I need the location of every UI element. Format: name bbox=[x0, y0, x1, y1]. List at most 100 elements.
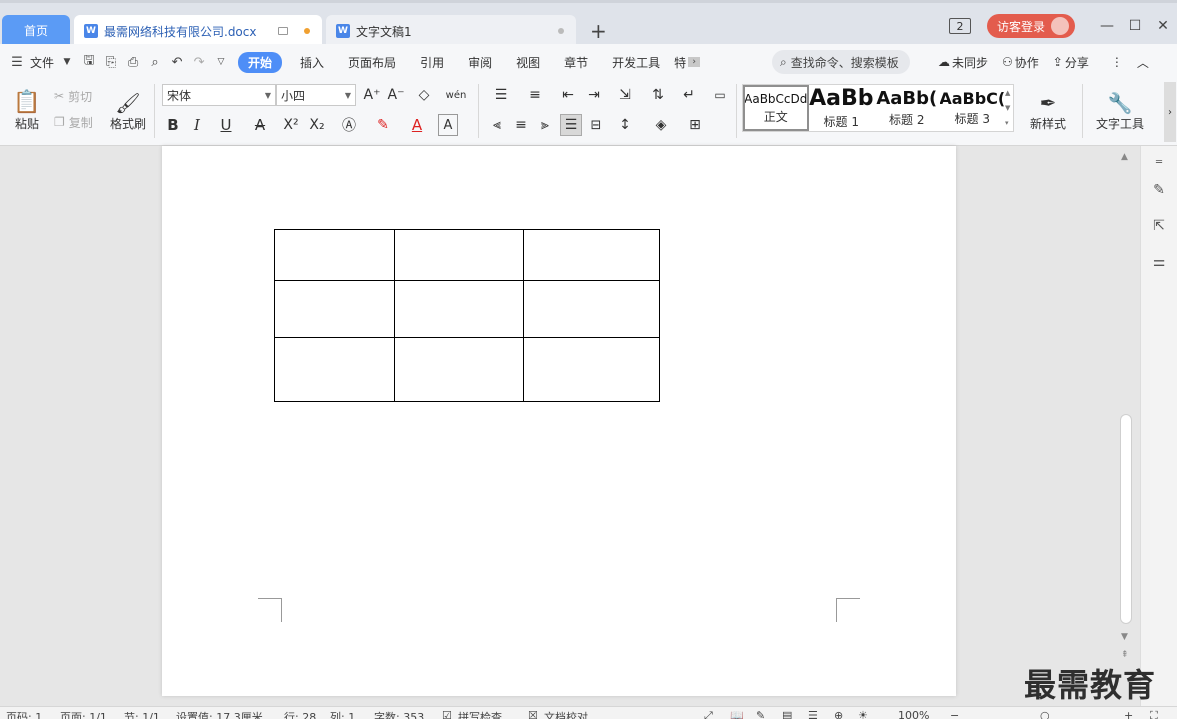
align-center-icon[interactable]: ≡ bbox=[512, 114, 530, 136]
scroll-up-icon[interactable]: ▲ bbox=[1121, 152, 1128, 162]
increase-indent-icon[interactable]: ⇥ bbox=[584, 84, 604, 106]
menu-insert[interactable]: 插入 bbox=[288, 54, 336, 71]
subscript-icon[interactable]: X₂ bbox=[306, 114, 328, 136]
style-heading-3[interactable]: AaBbC( 标题 3 bbox=[940, 85, 1006, 131]
table-cell[interactable] bbox=[274, 229, 395, 281]
tab-active-document[interactable]: W 最需网络科技有限公司.docx bbox=[74, 15, 322, 47]
sort-icon[interactable]: ⇅ bbox=[648, 84, 668, 106]
table-cell[interactable] bbox=[523, 229, 660, 281]
ruler-icon[interactable]: ▭ bbox=[710, 84, 730, 106]
table-cell[interactable] bbox=[394, 229, 524, 281]
eye-protect-icon[interactable]: ☀ bbox=[858, 709, 868, 719]
fit-page-icon[interactable]: ⛶ bbox=[1150, 709, 1158, 719]
font-name-select[interactable]: 宋体 ▼ bbox=[162, 84, 276, 106]
distribute-icon[interactable]: ⊟ bbox=[586, 114, 606, 136]
menu-developer[interactable]: 开发工具 bbox=[600, 54, 672, 71]
strikethrough-icon[interactable]: A bbox=[248, 114, 272, 136]
line-spacing-icon[interactable]: ↕ bbox=[612, 114, 638, 136]
table-cell[interactable] bbox=[394, 337, 524, 402]
status-word-count[interactable]: 字数: 353 bbox=[374, 709, 424, 719]
borders-icon[interactable]: ⊞ bbox=[682, 114, 708, 136]
hamburger-icon[interactable]: ☰ bbox=[6, 55, 28, 70]
copy-button[interactable]: ❐ 复制 bbox=[54, 112, 93, 132]
menu-references[interactable]: 引用 bbox=[408, 54, 456, 71]
superscript-icon[interactable]: X² bbox=[280, 114, 302, 136]
cut-button[interactable]: ✂ 剪切 bbox=[54, 86, 92, 106]
collab-button[interactable]: 协作 bbox=[1015, 54, 1039, 71]
write-mode-icon[interactable]: ✎ bbox=[756, 709, 765, 719]
minimize-icon[interactable]: — bbox=[1093, 18, 1121, 34]
web-view-icon[interactable]: ⊕ bbox=[834, 709, 843, 719]
outline-view-icon[interactable]: ☰ bbox=[808, 709, 818, 719]
zoom-slider[interactable]: ○ bbox=[1040, 709, 1050, 719]
read-mode-icon[interactable]: 📖 bbox=[730, 709, 744, 719]
undo-icon[interactable]: ↶ bbox=[166, 55, 188, 70]
menu-home[interactable]: 开始 bbox=[238, 51, 283, 73]
clear-format-icon[interactable]: ◇ bbox=[414, 84, 434, 106]
chevron-down-icon[interactable]: ▼ bbox=[1005, 104, 1013, 112]
chevron-down-icon[interactable]: ▼ bbox=[56, 57, 78, 67]
style-heading-1[interactable]: AaBb 标题 1 bbox=[809, 85, 875, 131]
select-cursor-icon[interactable]: ⇱ bbox=[1149, 216, 1169, 236]
add-tab-icon[interactable]: + bbox=[590, 19, 607, 43]
scroll-down-icon[interactable]: ▼ bbox=[1121, 632, 1128, 642]
menu-special[interactable]: 特 bbox=[672, 54, 688, 71]
zoom-level[interactable]: 100% bbox=[898, 709, 929, 719]
tab-second-document[interactable]: W 文字文稿1 bbox=[326, 15, 576, 47]
ribbon-scroll-icon[interactable]: › bbox=[1164, 82, 1176, 142]
vertical-scrollbar[interactable]: ▲ ▼ ⇞ bbox=[1118, 148, 1134, 668]
table-cell[interactable] bbox=[523, 280, 660, 338]
style-normal[interactable]: AaBbCcDd 正文 bbox=[743, 85, 809, 131]
collapse-ribbon-icon[interactable]: ︿ bbox=[1137, 54, 1149, 71]
format-painter-button[interactable]: 🖌 格式刷 bbox=[108, 84, 148, 138]
monitor-icon[interactable] bbox=[278, 27, 288, 35]
font-size-select[interactable]: 小四 ▼ bbox=[276, 84, 356, 106]
status-page-number[interactable]: 页码: 1 bbox=[6, 709, 42, 719]
new-style-button[interactable]: ✒ 新样式 bbox=[1022, 84, 1074, 138]
command-search[interactable]: ⌕ 查找命令、搜索模板 bbox=[772, 50, 910, 74]
text-tools-button[interactable]: 🔧 文字工具 bbox=[1090, 84, 1150, 138]
shading-icon[interactable]: ◈ bbox=[648, 114, 674, 136]
pinyin-icon[interactable]: wén bbox=[442, 84, 470, 106]
proofread-button[interactable]: 文档校对 bbox=[544, 709, 588, 719]
table-cell[interactable] bbox=[274, 280, 395, 338]
settings-slider-icon[interactable]: ⚌ bbox=[1149, 252, 1169, 272]
chevron-up-icon[interactable]: ▲ bbox=[1005, 89, 1013, 97]
expand-icon[interactable]: ▾ bbox=[1005, 119, 1013, 127]
guest-login-button[interactable]: 访客登录 bbox=[986, 14, 1075, 38]
char-border-icon[interactable]: A bbox=[438, 114, 458, 136]
maximize-icon[interactable]: ☐ bbox=[1121, 18, 1149, 34]
chinese-layout-icon[interactable]: ⇲ bbox=[612, 84, 638, 106]
style-scroll[interactable]: ▲ ▼ ▾ bbox=[1005, 85, 1013, 131]
bullet-list-icon[interactable]: ☰ bbox=[488, 84, 514, 106]
shrink-font-icon[interactable]: A⁻ bbox=[386, 84, 406, 106]
decrease-indent-icon[interactable]: ⇤ bbox=[558, 84, 578, 106]
document-page[interactable] bbox=[162, 146, 956, 696]
export-icon[interactable]: ⎘ bbox=[100, 55, 122, 70]
edit-icon[interactable]: ✎ bbox=[1149, 180, 1169, 200]
print-preview-icon[interactable]: ⌕ bbox=[144, 55, 166, 70]
panel-handle-icon[interactable]: ═ bbox=[1149, 152, 1169, 172]
zoom-in-icon[interactable]: + bbox=[1124, 709, 1133, 719]
font-color-icon[interactable]: A bbox=[404, 114, 430, 136]
menu-page-layout[interactable]: 页面布局 bbox=[336, 54, 408, 71]
table-cell[interactable] bbox=[274, 337, 395, 402]
grow-font-icon[interactable]: A⁺ bbox=[362, 84, 382, 106]
share-button[interactable]: 分享 bbox=[1065, 54, 1089, 71]
spell-check-button[interactable]: 拼写检查 bbox=[458, 709, 502, 719]
document-table[interactable] bbox=[274, 229, 660, 402]
save-icon[interactable]: 🖫 bbox=[78, 51, 100, 73]
justify-icon[interactable]: ☰ bbox=[560, 114, 582, 136]
window-count-badge[interactable]: 2 bbox=[948, 18, 971, 34]
tab-home[interactable]: 首页 bbox=[2, 15, 70, 45]
more-icon[interactable]: ⋮ bbox=[1111, 55, 1123, 69]
customize-icon[interactable]: ▽ bbox=[210, 57, 232, 67]
sync-status[interactable]: 未同步 bbox=[952, 54, 988, 71]
underline-icon[interactable]: U bbox=[212, 114, 240, 136]
text-effect-icon[interactable]: Ⓐ bbox=[336, 114, 362, 136]
show-marks-icon[interactable]: ↵ bbox=[676, 84, 702, 106]
style-heading-2[interactable]: AaBb( 标题 2 bbox=[874, 85, 940, 131]
menu-chapter[interactable]: 章节 bbox=[552, 54, 600, 71]
table-cell[interactable] bbox=[394, 280, 524, 338]
prev-page-icon[interactable]: ⇞ bbox=[1121, 650, 1129, 660]
